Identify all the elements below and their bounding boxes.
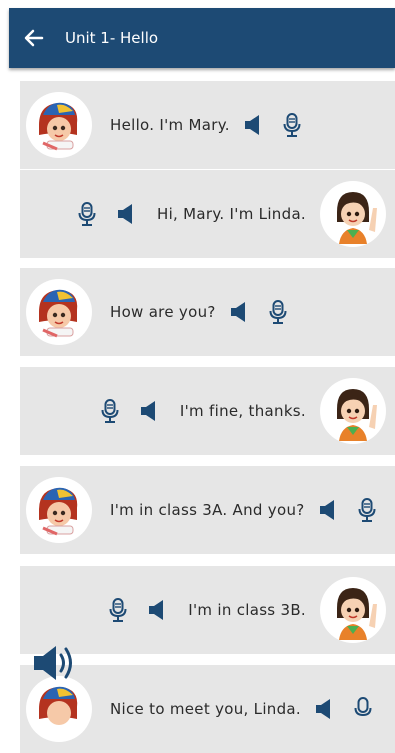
speaker-icon xyxy=(230,302,245,322)
record-button[interactable] xyxy=(100,399,120,423)
microphone-icon xyxy=(78,202,96,226)
volume-icon xyxy=(34,646,72,680)
page-title: Unit 1- Hello xyxy=(65,29,159,47)
record-button[interactable] xyxy=(77,202,97,226)
avatar-linda xyxy=(320,577,386,643)
record-button[interactable] xyxy=(268,300,288,324)
avatar-mary xyxy=(26,477,92,543)
microphone-icon xyxy=(283,113,301,137)
speaker-icon xyxy=(319,500,334,520)
record-button[interactable] xyxy=(357,498,377,522)
microphone-icon xyxy=(354,697,372,717)
play-audio-button[interactable] xyxy=(244,114,262,136)
speaker-icon xyxy=(118,204,132,224)
dialogue-text: Nice to meet you, Linda. xyxy=(110,700,301,718)
dialogue-text: Hi, Mary. I'm Linda. xyxy=(157,205,306,223)
girl-waving-avatar-icon xyxy=(337,192,377,244)
app-bar: Unit 1- Hello xyxy=(9,8,395,68)
speaker-icon xyxy=(244,115,259,135)
speaker-icon xyxy=(316,699,330,719)
microphone-icon xyxy=(101,399,119,423)
speaker-icon xyxy=(149,600,164,620)
record-button[interactable] xyxy=(353,697,373,721)
avatar-linda xyxy=(320,181,386,247)
speaker-icon xyxy=(140,401,155,421)
microphone-icon xyxy=(269,300,287,324)
dialogue-text: Hello. I'm Mary. xyxy=(110,116,230,134)
play-audio-button[interactable] xyxy=(117,203,135,225)
back-button[interactable] xyxy=(23,27,45,49)
avatar-mary xyxy=(26,676,92,742)
dialogue-text: I'm in class 3A. And you? xyxy=(110,501,305,519)
avatar-mary xyxy=(26,92,92,158)
avatar-linda xyxy=(320,378,386,444)
dialogue-row: I'm fine, thanks. xyxy=(20,367,395,455)
girl-waving-avatar-icon xyxy=(337,588,377,640)
girl-avatar-icon xyxy=(39,686,78,725)
dialogue-row: Hi, Mary. I'm Linda. xyxy=(20,170,395,258)
dialogue-text: How are you? xyxy=(110,303,216,321)
play-audio-button[interactable] xyxy=(230,301,248,323)
microphone-icon xyxy=(109,598,127,622)
girl-avatar-icon xyxy=(39,102,78,151)
dialogue-row: Hello. I'm Mary. xyxy=(20,81,395,169)
dialogue-text: I'm in class 3B. xyxy=(188,601,306,619)
play-all-audio-button[interactable] xyxy=(32,643,78,683)
girl-avatar-icon xyxy=(39,289,78,338)
play-audio-button[interactable] xyxy=(319,499,337,521)
dialogue-row: I'm in class 3A. And you? xyxy=(20,466,395,554)
play-audio-button[interactable] xyxy=(148,599,166,621)
play-audio-button[interactable] xyxy=(315,698,333,720)
girl-avatar-icon xyxy=(39,487,78,536)
girl-waving-avatar-icon xyxy=(337,389,377,441)
dialogue-row: I'm in class 3B. xyxy=(20,566,395,654)
record-button[interactable] xyxy=(282,113,302,137)
avatar-mary xyxy=(26,279,92,345)
play-audio-button[interactable] xyxy=(140,400,158,422)
arrow-left-icon xyxy=(24,29,44,47)
dialogue-row: How are you? xyxy=(20,268,395,356)
microphone-icon xyxy=(358,498,376,522)
dialogue-text: I'm fine, thanks. xyxy=(179,402,306,420)
record-button[interactable] xyxy=(108,598,128,622)
